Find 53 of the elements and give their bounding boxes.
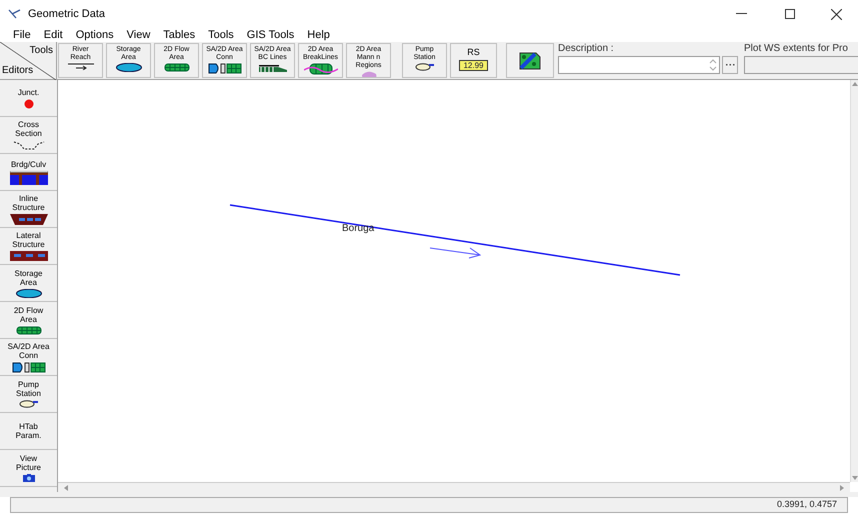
bridge-icon — [10, 170, 48, 184]
description-field[interactable] — [558, 56, 720, 74]
plot-ws-label: Plot WS extents for Pro — [744, 42, 849, 56]
grid-area-icon — [16, 326, 42, 334]
grid-area-icon — [164, 63, 190, 72]
flow-arrow — [430, 248, 482, 258]
menu-item[interactable]: GIS Tools — [246, 26, 294, 44]
description-label: Description : — [558, 42, 615, 56]
lateral-structure-icon — [10, 251, 48, 261]
menu-item[interactable]: Tables — [163, 26, 196, 44]
scroll-up-icon[interactable] — [852, 82, 858, 86]
river-reach-line[interactable] — [230, 204, 680, 276]
river-station-tag: 12.99 — [459, 60, 488, 71]
window-title: Geometric Data — [28, 6, 106, 22]
scroll-down-icon[interactable] — [852, 476, 858, 480]
junction-dot-icon — [24, 98, 34, 108]
storage-area-icon — [16, 288, 42, 298]
scroll-right-icon[interactable] — [840, 484, 844, 490]
editors-label: Editors — [2, 64, 34, 78]
horizontal-scrollbar[interactable] — [58, 482, 850, 492]
tool-button[interactable] — [506, 43, 554, 78]
close-icon[interactable] — [831, 8, 842, 20]
vertical-scrollbar[interactable] — [850, 80, 858, 482]
inline-structure-icon — [10, 214, 48, 224]
breakline-icon — [304, 63, 338, 75]
maximize-icon[interactable] — [785, 9, 795, 19]
spinner-icon[interactable] — [709, 58, 717, 72]
menu-item[interactable]: Options — [76, 26, 114, 44]
connection-icon — [208, 63, 242, 74]
connection-icon — [12, 362, 46, 372]
polygon-icon — [360, 71, 378, 77]
menu-item[interactable]: Edit — [44, 26, 63, 44]
menu-item[interactable]: Help — [307, 26, 330, 44]
reach-label: Boruga — [342, 223, 374, 235]
camera-icon — [22, 474, 34, 482]
map-icon — [519, 52, 541, 70]
app-icon — [8, 8, 22, 20]
menu-item[interactable]: File — [13, 26, 31, 44]
cross-section-icon — [12, 140, 44, 150]
pump-icon — [18, 400, 38, 408]
line-arrow-icon — [68, 63, 94, 70]
pump-icon — [414, 63, 434, 71]
menu-item[interactable]: Tools — [208, 26, 234, 44]
tools-label: Tools — [30, 44, 53, 58]
scroll-left-icon[interactable] — [64, 484, 68, 490]
browse-button[interactable] — [722, 56, 738, 74]
storage-area-icon — [116, 63, 142, 72]
coordinates-readout: 0.3991, 0.4757 — [776, 498, 837, 512]
tool-button[interactable]: RS 12.99 — [450, 43, 497, 78]
plot-ws-field[interactable] — [744, 56, 858, 74]
bc-line-icon — [258, 63, 288, 72]
menu-item[interactable]: View — [126, 26, 150, 44]
minimize-icon[interactable] — [736, 13, 747, 15]
